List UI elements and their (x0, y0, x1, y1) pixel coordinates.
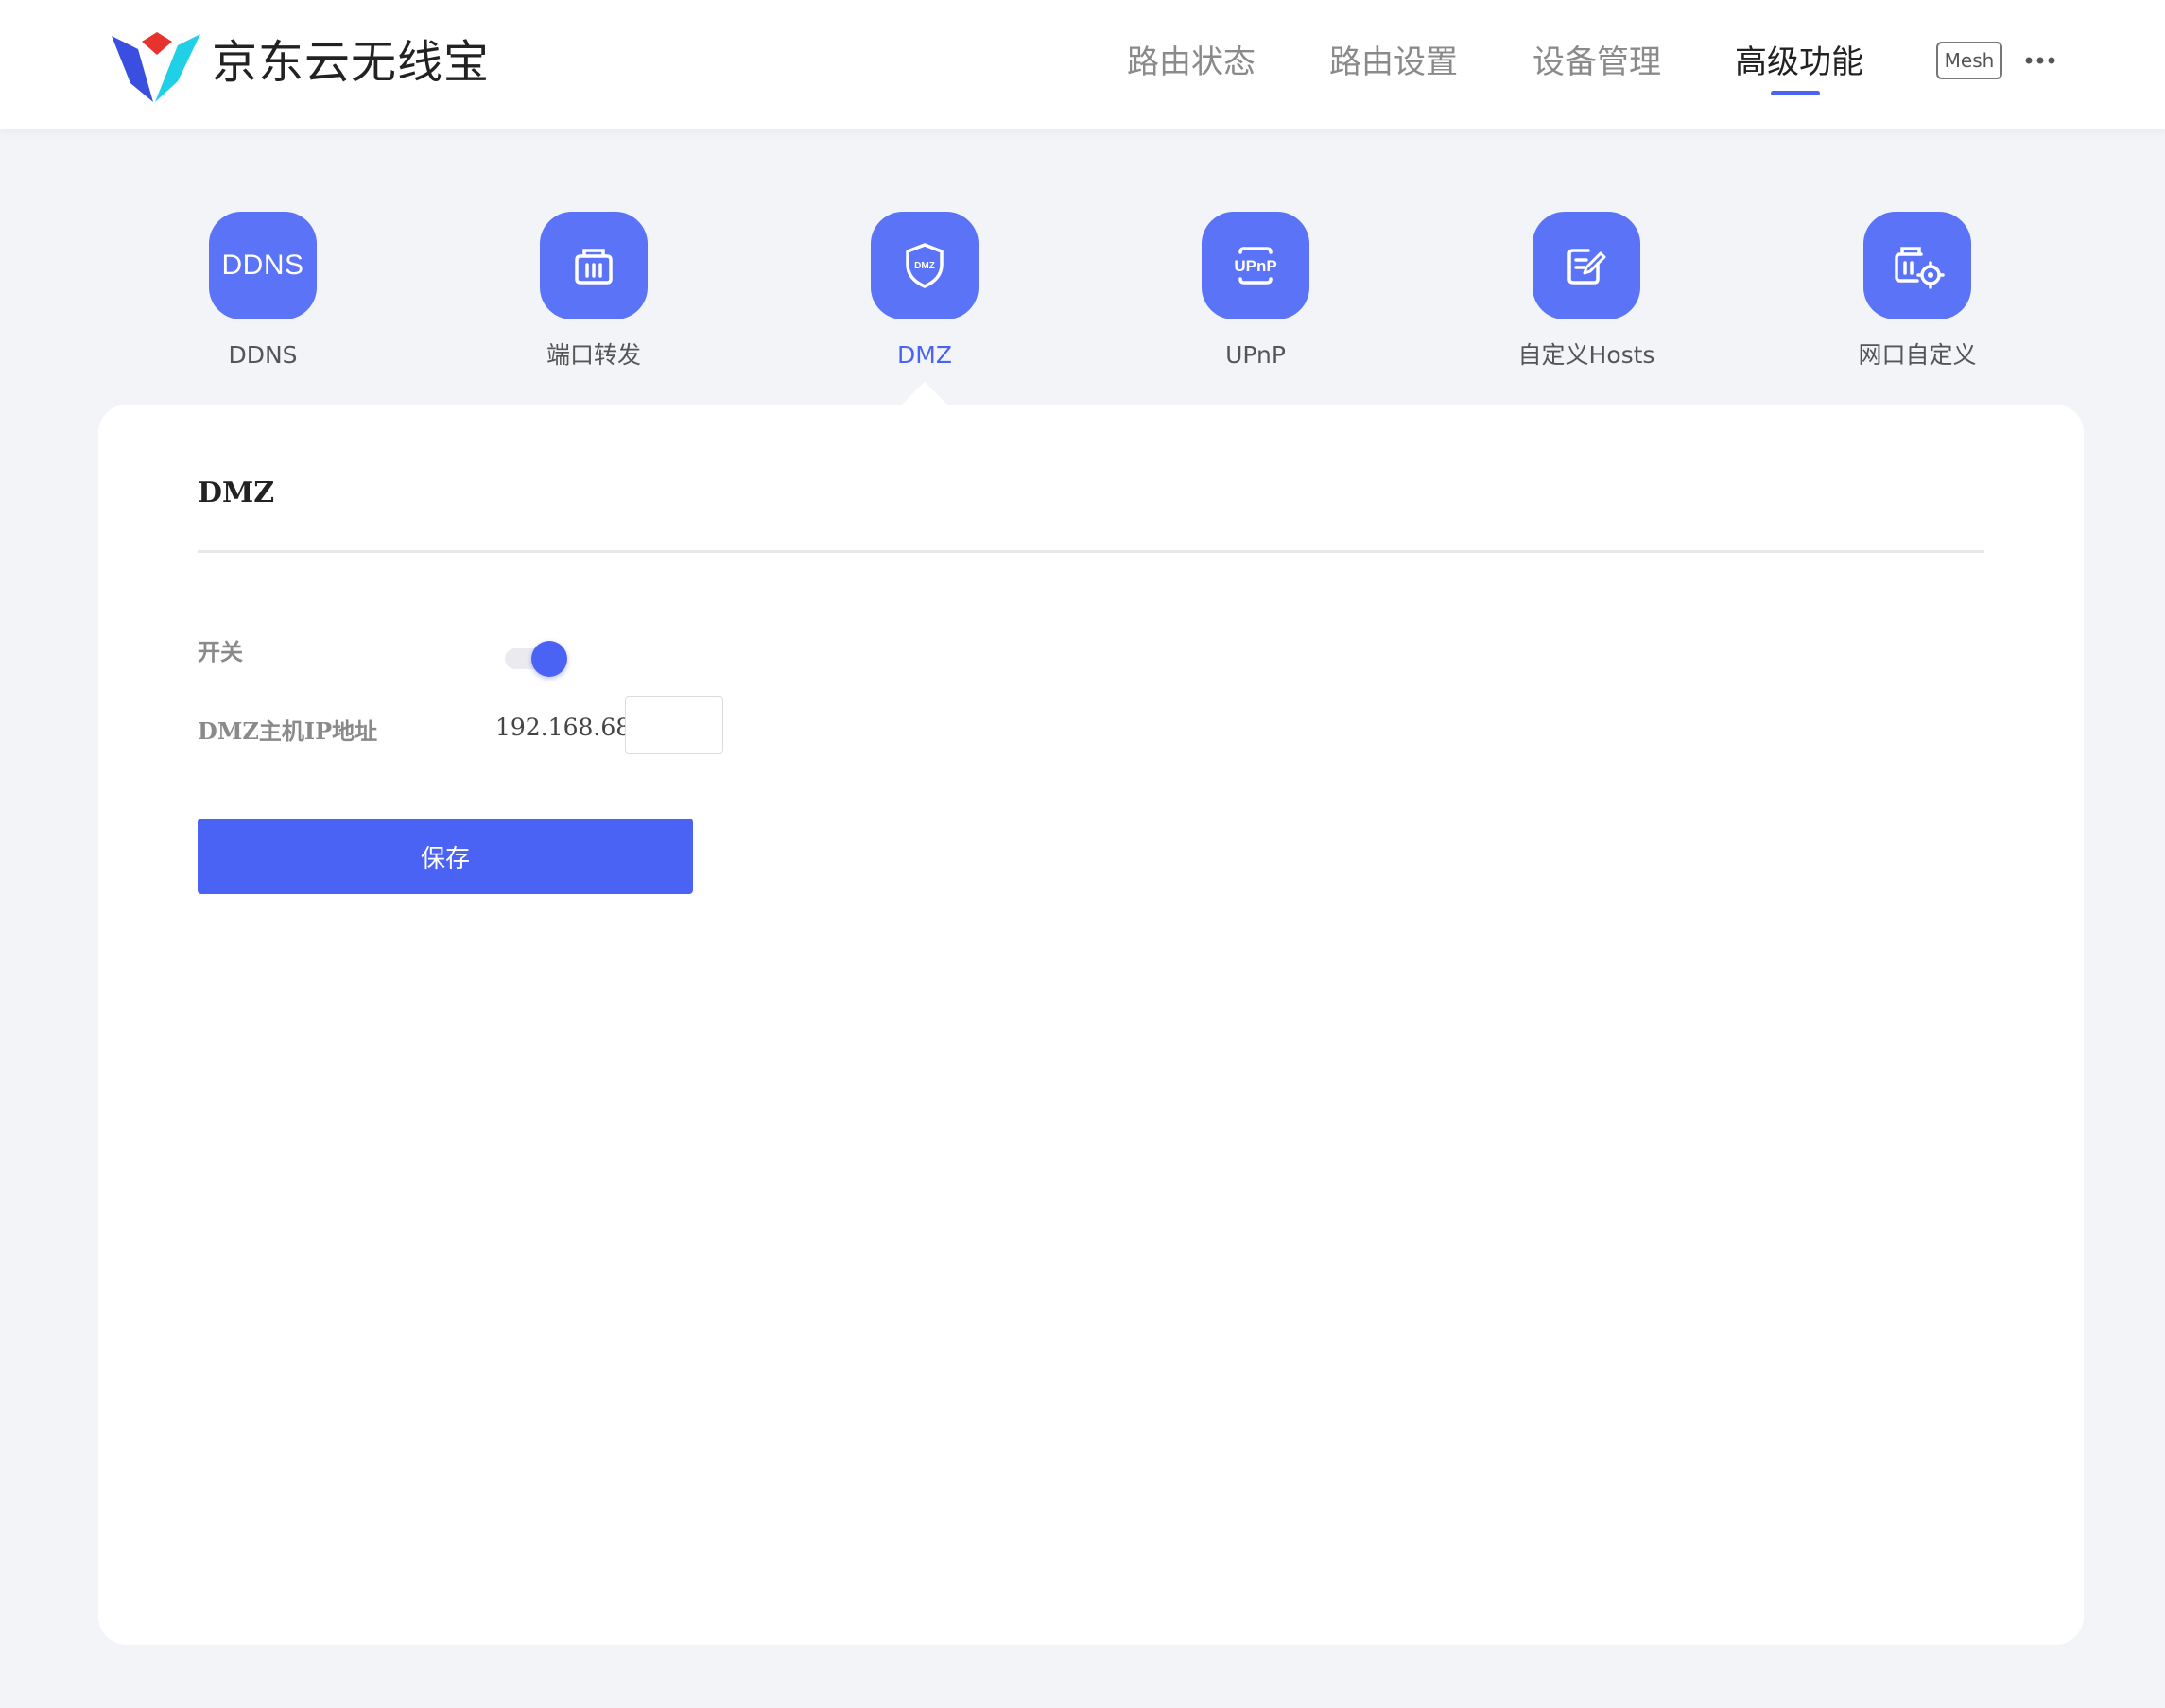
feature-label-port-forward: 端口转发 (546, 341, 641, 369)
nav-router-status[interactable]: 路由状态 (1127, 36, 1256, 89)
save-button[interactable]: 保存 (198, 819, 693, 894)
host-ip-label: DMZ主机IP地址 (198, 717, 378, 745)
feature-tile-port-custom[interactable]: 网口自定义 (1842, 210, 1993, 380)
edit-document-icon (1533, 212, 1640, 319)
svg-text:UPnP: UPnP (1234, 257, 1276, 275)
dmz-settings-card: DMZ 开关 DMZ主机IP地址 192.168.68. 保存 (98, 405, 2084, 1645)
dmz-toggle-switch[interactable] (505, 637, 571, 679)
feature-tile-dmz[interactable]: DMZ DMZ (849, 210, 1000, 380)
more-horizontal-icon[interactable] (2023, 45, 2057, 76)
feature-label-upnp: UPnP (1225, 341, 1286, 369)
feature-tile-port-forward[interactable]: 端口转发 (518, 210, 669, 380)
upnp-icon: UPnP (1202, 212, 1309, 319)
ddns-icon: DDNS (209, 212, 317, 319)
switch-label: 开关 (198, 638, 243, 665)
feature-label-dmz: DMZ (897, 341, 952, 369)
feature-label-custom-hosts: 自定义Hosts (1517, 341, 1655, 369)
feature-tile-upnp[interactable]: UPnP UPnP (1180, 210, 1331, 380)
active-tile-pointer (900, 382, 949, 406)
title-divider (198, 550, 1984, 553)
toggle-knob (531, 641, 567, 677)
nav-active-indicator (1771, 91, 1820, 95)
feature-label-port-custom: 网口自定义 (1858, 341, 1977, 369)
dmz-shield-icon: DMZ (871, 212, 979, 319)
top-header: 京东云无线宝 路由状态 路由设置 设备管理 高级功能 Mesh (0, 0, 2165, 129)
brand-name: 京东云无线宝 (212, 36, 491, 89)
mesh-button[interactable]: Mesh (1936, 42, 2002, 79)
feature-tile-ddns[interactable]: DDNS DDNS (187, 210, 338, 380)
nav-advanced-features[interactable]: 高级功能 (1735, 36, 1863, 89)
feature-label-ddns: DDNS (228, 341, 298, 369)
svg-text:DMZ: DMZ (914, 261, 935, 271)
nav-device-management[interactable]: 设备管理 (1533, 36, 1661, 89)
port-forward-icon (540, 212, 648, 319)
feature-tile-custom-hosts[interactable]: 自定义Hosts (1511, 210, 1662, 380)
port-settings-icon (1863, 212, 1971, 319)
ip-prefix: 192.168.68. (495, 714, 639, 741)
logo-icon (112, 32, 200, 102)
nav-router-settings[interactable]: 路由设置 (1329, 36, 1458, 89)
card-title: DMZ (198, 476, 275, 509)
ip-last-octet-input[interactable] (625, 696, 723, 754)
